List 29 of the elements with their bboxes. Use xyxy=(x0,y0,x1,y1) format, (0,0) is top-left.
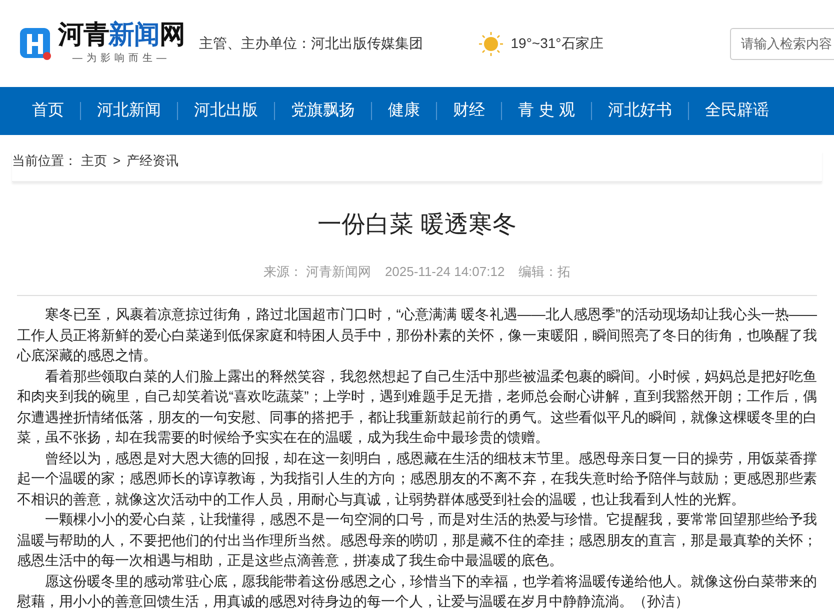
breadcrumb-separator: > xyxy=(113,152,121,170)
article-paragraph: 寒冬已至，风裹着凉意掠过街角，路过北国超市门口时，“心意满满 暖冬礼遇——北人感恩季”的活动现场却让我心头一热——工作人员正将新鲜的爱心白菜递到低保家庭和特困人员手中，那份朴素的关怀，像一束暖阳，瞬间照亮了冬日的街角，也唤醒了我心底深藏的感恩之情。 xyxy=(17,305,817,365)
article-title: 一份白菜 暖透寒冬 xyxy=(316,210,518,240)
weather-text: 19°~31°石家庄 xyxy=(510,34,604,53)
nav-link[interactable]: 健康 xyxy=(372,99,436,123)
article-paragraph: 愿这份暖冬里的感动常驻心底，愿我能带着这份感恩之心，珍惜当下的幸福，也学着将温暖传递给他人。就像这份白菜带来的慰藉，用小小的善意回馈生活，用真诚的感恩对待身边的每一个人，让爱与温暖在岁月中静静流淌。（孙洁） xyxy=(17,572,817,611)
breadcrumb-link[interactable]: 产经资讯 xyxy=(126,151,179,170)
article-paragraph: 看着那些领取白菜的人们脸上露出的释然笑容，我忽然想起了自己生活中那些被温柔包裹的瞬间。小时候，妈妈总是把好吃鱼和肉夹到我的碗里，自己却笑着说“喜欢吃蔬菜”；上学时，遇到难题手足无措，老师总会耐心讲解，直到我豁然开朗；工作后，偶尔遭遇挫折情绪低落，朋友的一句安慰、同事的搭把手，都让我重新鼓起前行的勇气。这些看似平凡的瞬间，就像这棵暖冬里的白菜，虽不张扬，却在我需要的时候给予实实在在的温暖，成为我生命中最珍贵的馈赠。 xyxy=(17,366,817,447)
nav-link[interactable]: 青 史 观 xyxy=(502,99,591,123)
nav-link[interactable]: 财经 xyxy=(437,99,501,123)
nav-link[interactable]: 首页 xyxy=(16,99,80,123)
article-paragraph: 一颗棵小小的爱心白菜，让我懂得，感恩不是一句空洞的口号，而是对生活的热爱与珍惜。它提醒我，要常常回望那些给予我温暖与帮助的人，不要把他们的付出当作理所当然。感恩母亲的唠叨，那是藏不住的牵挂；感恩朋友的直言，那是最真挚的关怀；感恩生活中的每一次相遇与相助，正是这些点滴善意，拼凑成了我生命中最温暖的底色。 xyxy=(17,510,817,570)
source-text: 来源： 河青新闻网 xyxy=(263,262,371,280)
site-logo[interactable]: 河青新闻网 xyxy=(58,21,185,47)
sun-icon xyxy=(478,32,503,56)
nav-link[interactable]: 河北好书 xyxy=(592,99,688,123)
nav-link[interactable]: 全民辟谣 xyxy=(688,99,785,123)
nav-link[interactable]: 党旗飘扬 xyxy=(275,99,371,123)
breadcrumb-link[interactable]: 主页 xyxy=(81,151,107,170)
article-paragraph: 曾经以为，感恩是对大恩大德的回报，却在这一刻明白，感恩藏在生活的细枝末节里。感恩母亲日复一日的操劳，用饭菜香撑起一个温暖的家；感恩师长的谆谆教诲，为我指引人生的方向；感恩朋友的不离不弃，在我失意时给予陪伴与鼓励；更感恩那些素不相识的善意，就像这次活动中的工作人员，用耐心与真诚，让弱势群体感受到社会的温暖，也让我看到人性的光辉。 xyxy=(17,448,817,508)
nav-link[interactable]: 河北新闻 xyxy=(81,99,177,123)
editor-text: 编辑：拓 xyxy=(518,262,571,280)
logo-icon xyxy=(18,26,54,62)
nav-link[interactable]: 河北出版 xyxy=(178,99,274,123)
search-field[interactable]: 请输入检索内容 xyxy=(730,28,834,60)
logo-slogan: —为影响而生— xyxy=(72,52,170,66)
publish-date: 2025-11-24 14:07:12 xyxy=(384,262,505,280)
breadcrumb-label: 当前位置： xyxy=(12,152,77,170)
sponsor-text: 主管、主办单位：河北出版传媒集团 xyxy=(198,34,423,53)
